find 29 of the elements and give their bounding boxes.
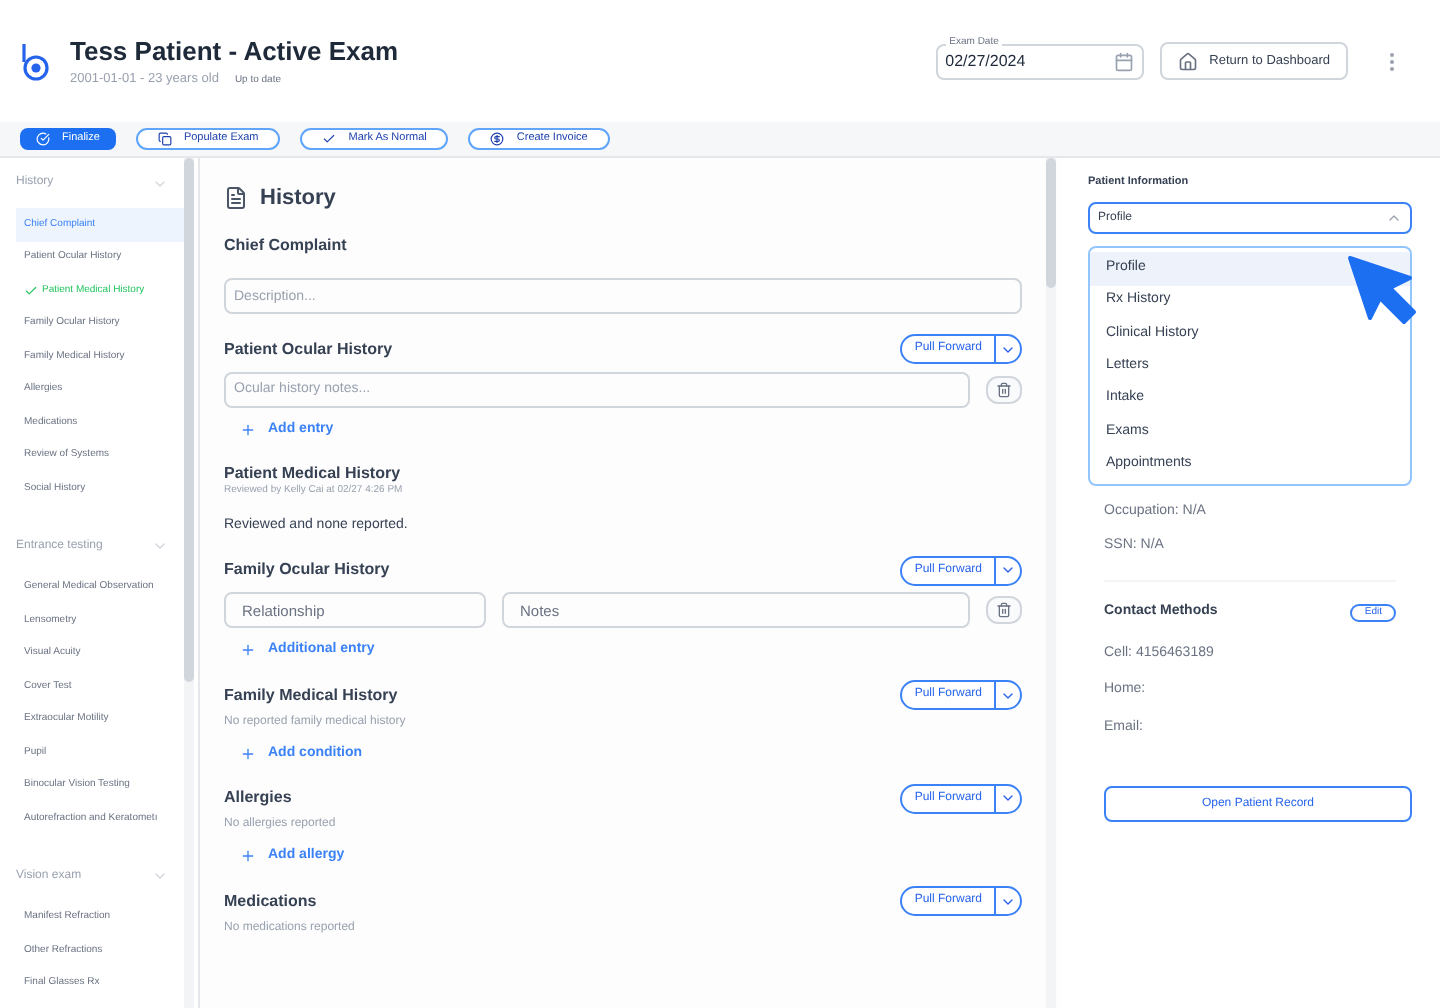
section-title: Patient Medical History — [224, 462, 401, 484]
section-title: Patient Ocular History — [224, 337, 393, 361]
plus-icon — [240, 421, 256, 438]
section-title: Family Ocular History — [224, 558, 390, 582]
check-icon — [24, 283, 38, 298]
home-icon — [1177, 51, 1198, 71]
check-icon — [322, 132, 337, 146]
copy-icon — [157, 132, 172, 146]
delete-button[interactable] — [986, 375, 1022, 403]
section-title: Family Medical History — [224, 683, 398, 707]
cursor-icon — [1346, 254, 1418, 326]
page-title: Tess Patient - Active Exam — [70, 33, 399, 70]
check-circle-icon — [36, 132, 50, 146]
delete-button[interactable] — [986, 596, 1022, 624]
plus-icon — [240, 642, 256, 659]
calendar-icon[interactable] — [1113, 51, 1134, 71]
section-title: Medications — [224, 889, 317, 913]
dollar-icon — [490, 132, 505, 146]
trash-icon — [996, 381, 1012, 397]
trash-icon — [996, 602, 1012, 618]
document-icon — [224, 186, 248, 211]
plus-icon — [240, 745, 256, 762]
main-title: History — [260, 184, 336, 214]
chevron-down-icon[interactable] — [1000, 562, 1016, 578]
section-title: Allergies — [224, 786, 292, 810]
logo-icon — [20, 41, 50, 81]
plus-icon — [240, 848, 256, 865]
chevron-down-icon[interactable] — [1000, 790, 1016, 806]
section-title: Chief Complaint — [224, 233, 347, 257]
